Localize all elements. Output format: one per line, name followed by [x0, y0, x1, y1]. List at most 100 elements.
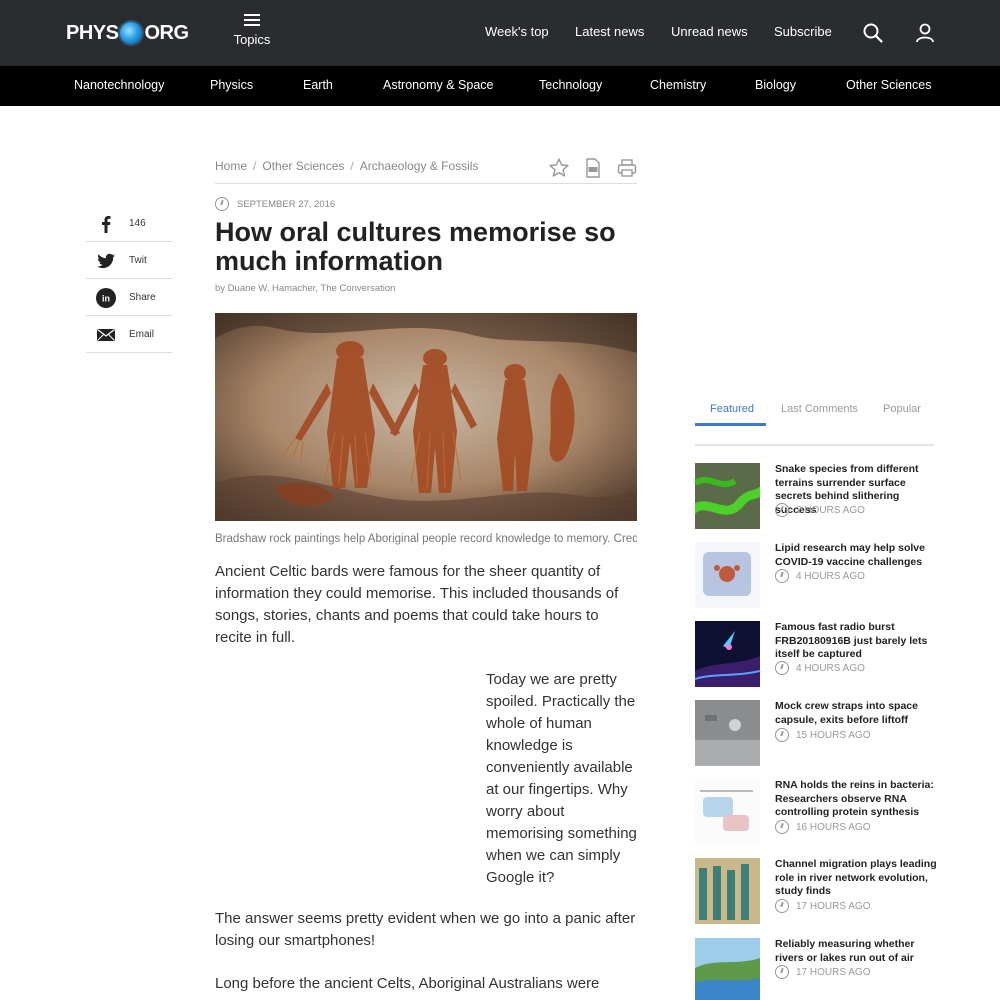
news-thumbnail-snake: [695, 463, 760, 529]
facebook-share-count: 146: [129, 218, 146, 229]
article-paragraph-2: Today we are pretty spoiled. Practically…: [486, 671, 637, 886]
rock-painting-image: [215, 313, 637, 521]
share-linkedin[interactable]: in Share: [86, 279, 172, 316]
clock-icon: [775, 661, 789, 675]
news-item[interactable]: Mock crew straps into space capsule, exi…: [695, 700, 935, 766]
news-headline[interactable]: Mock crew straps into space capsule, exi…: [775, 700, 937, 727]
clock-icon: [215, 197, 229, 211]
category-biology[interactable]: Biology: [755, 78, 796, 92]
share-twitter[interactable]: Twit: [86, 242, 172, 279]
news-ago-text: 2 HOURS AGO: [796, 504, 865, 516]
twitter-share-label: Twit: [129, 255, 147, 266]
article-title: How oral cultures memorise so much infor…: [215, 217, 616, 276]
topics-label: Topics: [233, 32, 271, 47]
print-icon[interactable]: [616, 157, 638, 179]
facebook-icon: [102, 216, 111, 233]
news-thumbnail-rivers-lakes: [695, 938, 760, 1000]
clock-icon: [775, 899, 789, 913]
news-timestamp: 15 HOURS AGO: [775, 728, 870, 742]
news-headline[interactable]: Reliably measuring whether rivers or lak…: [775, 938, 937, 965]
news-timestamp: 4 HOURS AGO: [775, 661, 865, 675]
category-nav: Nanotechnology Physics Earth Astronomy &…: [0, 66, 1000, 106]
news-ago-text: 4 HOURS AGO: [796, 570, 865, 582]
category-chemistry[interactable]: Chemistry: [650, 78, 706, 92]
tab-featured[interactable]: Featured: [710, 403, 754, 415]
news-ago-text: 17 HOURS AGO: [796, 966, 871, 978]
category-physics[interactable]: Physics: [210, 78, 253, 92]
news-headline[interactable]: RNA holds the reins in bacteria: Researc…: [775, 779, 937, 820]
news-ago-text: 17 HOURS AGO: [796, 900, 871, 912]
article-date: SEPTEMBER 27, 2016: [215, 197, 335, 211]
news-ago-text: 16 HOURS AGO: [796, 821, 871, 833]
twitter-icon: [97, 253, 115, 269]
logo-text-left: PHYS: [66, 21, 119, 44]
article-paragraph-4: Long before the ancient Celts, Aborigina…: [215, 975, 600, 992]
breadcrumb-divider: [215, 183, 637, 184]
email-share-label: Email: [129, 329, 155, 340]
breadcrumb-archaeology-fossils[interactable]: Archaeology & Fossils: [360, 159, 479, 173]
tab-last-comments[interactable]: Last Comments: [781, 403, 858, 415]
news-thumbnail-crew: [695, 700, 760, 766]
sidebar-tabs: Featured Last Comments Popular: [695, 400, 934, 446]
breadcrumb-home[interactable]: Home: [215, 159, 247, 173]
news-item[interactable]: Famous fast radio burst FRB20180916B jus…: [695, 621, 935, 687]
news-item[interactable]: Channel migration plays leading role in …: [695, 858, 937, 924]
site-logo[interactable]: PHYS ORG: [66, 20, 189, 46]
breadcrumb: Home / Other Sciences / Archaeology & Fossil…: [215, 159, 479, 173]
breadcrumb-other-sciences[interactable]: Other Sciences: [262, 159, 344, 173]
news-headline[interactable]: Famous fast radio burst FRB20180916B jus…: [775, 621, 937, 662]
clock-icon: [775, 965, 789, 979]
news-thumbnail-radio-burst: [695, 621, 760, 687]
clock-icon: [775, 728, 789, 742]
topics-menu-button[interactable]: Topics: [232, 14, 272, 47]
news-timestamp: 4 HOURS AGO: [775, 569, 865, 583]
news-ago-text: 4 HOURS AGO: [796, 662, 865, 674]
clock-icon: [775, 820, 789, 834]
news-thumbnail-river-channel: [695, 858, 760, 924]
article-hero-image[interactable]: [215, 313, 637, 521]
nav-subscribe[interactable]: Subscribe: [774, 24, 832, 39]
news-ago-text: 15 HOURS AGO: [796, 729, 871, 741]
news-item[interactable]: Snake species from different terrains su…: [695, 463, 935, 529]
top-header: PHYS ORG Topics Week's top Latest news U…: [0, 0, 1000, 66]
pdf-download-icon[interactable]: [582, 157, 604, 179]
nav-weeks-top[interactable]: Week's top: [485, 24, 549, 39]
hamburger-icon: [244, 14, 260, 26]
clock-icon: [775, 569, 789, 583]
logo-text-right: ORG: [144, 21, 189, 44]
share-email[interactable]: Email: [86, 316, 172, 353]
article-paragraph-1: Ancient Celtic bards were famous for the…: [215, 563, 619, 646]
tab-popular[interactable]: Popular: [883, 403, 921, 415]
news-timestamp: 16 HOURS AGO: [775, 820, 870, 834]
linkedin-icon: in: [96, 288, 116, 308]
user-account-icon[interactable]: [914, 22, 936, 44]
clock-icon: [775, 503, 789, 517]
category-earth[interactable]: Earth: [303, 78, 333, 92]
category-astronomy-space[interactable]: Astronomy & Space: [383, 78, 493, 92]
category-nanotechnology[interactable]: Nanotechnology: [74, 78, 164, 92]
news-headline[interactable]: Channel migration plays leading role in …: [775, 858, 937, 899]
news-timestamp: 17 HOURS AGO: [775, 965, 870, 979]
logo-orb-icon: [120, 22, 143, 44]
search-icon[interactable]: [862, 22, 884, 44]
news-timestamp: 17 HOURS AGO: [775, 899, 870, 913]
active-tab-indicator: [695, 423, 766, 426]
article-date-text: SEPTEMBER 27, 2016: [237, 198, 336, 210]
category-technology[interactable]: Technology: [539, 78, 602, 92]
svg-text:in: in: [102, 294, 110, 304]
news-item[interactable]: RNA holds the reins in bacteria: Researc…: [695, 779, 935, 845]
image-caption: Bradshaw rock paintings help Aboriginal …: [215, 533, 637, 545]
news-thumbnail-lipid: [695, 542, 760, 608]
news-item[interactable]: Lipid research may help solve COVID-19 v…: [695, 542, 935, 608]
share-facebook[interactable]: 146: [86, 205, 172, 242]
category-other-sciences[interactable]: Other Sciences: [846, 78, 931, 92]
email-icon: [97, 329, 115, 341]
news-thumbnail-rna: [695, 779, 760, 845]
article-paragraph-3: The answer seems pretty evident when we …: [215, 910, 636, 949]
news-item[interactable]: Reliably measuring whether rivers or lak…: [695, 938, 935, 1000]
article-byline: by Duane W. Hamacher, The Conversation: [215, 283, 396, 294]
bookmark-star-icon[interactable]: [548, 157, 570, 179]
nav-latest-news[interactable]: Latest news: [575, 24, 644, 39]
news-headline[interactable]: Lipid research may help solve COVID-19 v…: [775, 542, 937, 569]
nav-unread-news[interactable]: Unread news: [671, 24, 748, 39]
